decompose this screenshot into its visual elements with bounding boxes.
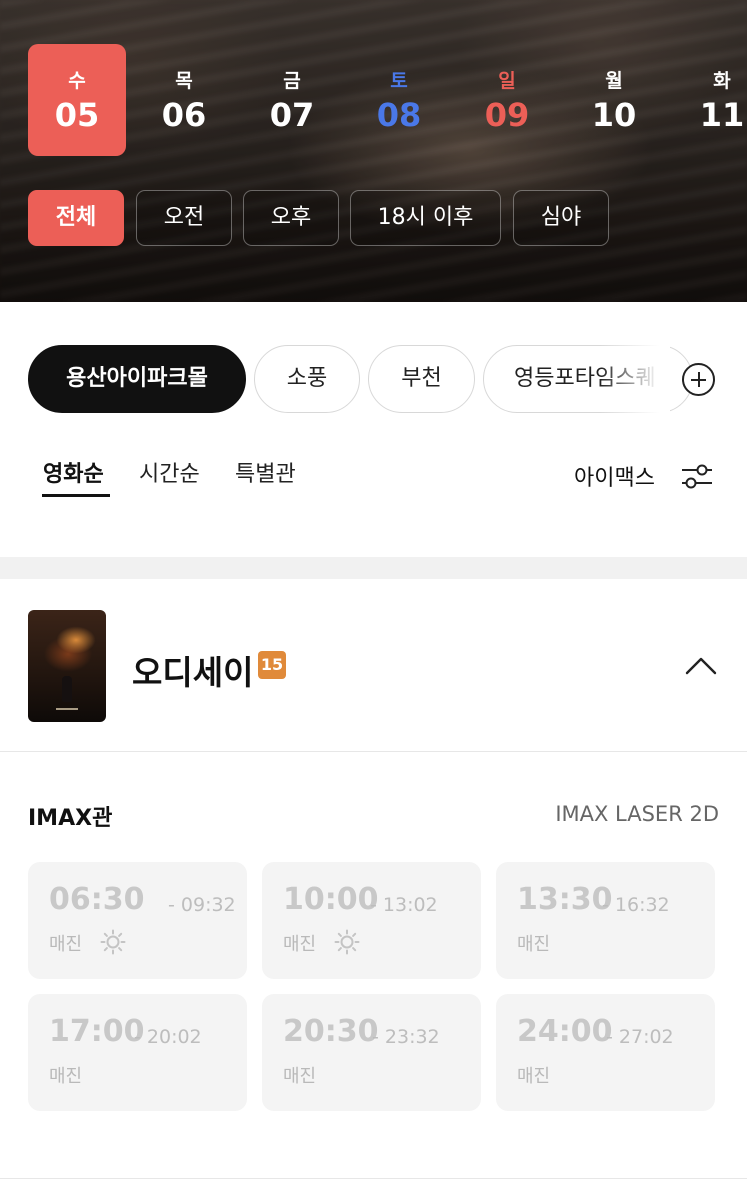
- filter-sliders-icon[interactable]: [680, 462, 714, 490]
- screen-format: IMAX LASER 2D: [555, 802, 719, 826]
- theater-chip-row: 용산아이파크몰 소풍 부천 영등포타임스퀘: [0, 345, 747, 413]
- showtime-slot[interactable]: 06:30 - 09:32 매진: [28, 862, 247, 979]
- end-time: - 09:32: [168, 894, 236, 916]
- end-time: - 13:02: [370, 894, 438, 916]
- screen-type-filter-label[interactable]: 아이맥스: [574, 460, 655, 492]
- end-time: - 27:02: [606, 1026, 674, 1048]
- date-header: 수 05 목 06 금 07 토 08 일 09 월 10 화 11 전체 오전: [0, 0, 747, 302]
- start-time: 10:00: [283, 882, 379, 917]
- day-of-week: 수: [68, 70, 86, 92]
- date-item-08[interactable]: 토 08: [350, 44, 448, 156]
- date-item-10[interactable]: 월 10: [565, 44, 663, 156]
- showtime-slot[interactable]: 10:00 - 13:02 매진: [262, 862, 481, 979]
- day-number: 10: [591, 96, 637, 134]
- showtime-slot[interactable]: 13:30 - 16:32 매진: [496, 862, 715, 979]
- screen-name: IMAX관: [28, 806, 113, 831]
- movie-poster: [28, 610, 106, 722]
- showtime-slot[interactable]: 17:00 - 20:02 매진: [28, 994, 247, 1111]
- date-item-06[interactable]: 목 06: [135, 44, 233, 156]
- theater-chip-sopung[interactable]: 소풍: [254, 345, 360, 413]
- time-filter-all[interactable]: 전체: [28, 190, 124, 246]
- day-number: 05: [54, 96, 100, 134]
- date-selector: 수 05 목 06 금 07 토 08 일 09 월 10 화 11: [0, 44, 747, 158]
- time-filter-afternoon[interactable]: 오후: [243, 190, 339, 246]
- day-of-week: 일: [498, 70, 516, 92]
- sold-out-label: 매진: [49, 934, 83, 955]
- end-time: - 23:32: [372, 1026, 440, 1048]
- add-theater-icon[interactable]: [682, 363, 715, 396]
- sun-icon: [334, 929, 360, 955]
- start-time: 13:30: [517, 882, 613, 917]
- showtime-slot[interactable]: 24:00 - 27:02 매진: [496, 994, 715, 1111]
- day-number: 09: [484, 96, 530, 134]
- day-number: 06: [161, 96, 207, 134]
- day-of-week: 목: [175, 70, 193, 92]
- time-filter-morning[interactable]: 오전: [136, 190, 232, 246]
- tab-by-movie[interactable]: 영화순: [43, 456, 104, 488]
- sun-icon: [100, 929, 126, 955]
- showtime-slot[interactable]: 20:30 - 23:32 매진: [262, 994, 481, 1111]
- sold-out-label: 매진: [517, 934, 551, 955]
- section-divider: [0, 557, 747, 579]
- end-time: - 20:02: [134, 1026, 202, 1048]
- tab-by-time[interactable]: 시간순: [139, 456, 200, 488]
- day-number: 07: [269, 96, 315, 134]
- section-divider: [0, 1178, 747, 1179]
- start-time: 24:00: [517, 1014, 613, 1049]
- theater-chip-yongsan[interactable]: 용산아이파크몰: [28, 345, 246, 413]
- day-of-week: 화: [713, 70, 731, 92]
- theater-chip-bucheon[interactable]: 부천: [368, 345, 475, 413]
- date-item-09[interactable]: 일 09: [458, 44, 556, 156]
- movie-title: 오디세이: [132, 653, 254, 692]
- date-item-05[interactable]: 수 05: [28, 44, 126, 156]
- chip-scroll-fade: [600, 345, 670, 413]
- date-item-11[interactable]: 화 11: [673, 44, 747, 156]
- movie-header[interactable]: 오디세이 15: [0, 580, 747, 752]
- day-of-week: 월: [605, 70, 623, 92]
- age-rating-badge: 15: [258, 651, 286, 679]
- day-of-week: 금: [283, 70, 301, 92]
- chevron-up-icon[interactable]: [684, 654, 718, 676]
- end-time: - 16:32: [602, 894, 670, 916]
- sold-out-label: 매진: [49, 1066, 83, 1087]
- time-filter-late-night[interactable]: 심야: [513, 190, 609, 246]
- active-tab-underline: [42, 494, 110, 497]
- sold-out-label: 매진: [283, 934, 317, 955]
- start-time: 20:30: [283, 1014, 379, 1049]
- day-number: 08: [376, 96, 422, 134]
- start-time: 06:30: [49, 882, 145, 917]
- sold-out-label: 매진: [517, 1066, 551, 1087]
- sold-out-label: 매진: [283, 1066, 317, 1087]
- day-number: 11: [699, 96, 745, 134]
- sort-tabs: 영화순 시간순 특별관 아이맥스: [0, 450, 747, 500]
- tab-special-screen[interactable]: 특별관: [235, 456, 296, 488]
- day-of-week: 토: [390, 70, 408, 92]
- date-item-07[interactable]: 금 07: [243, 44, 341, 156]
- time-filter-evening[interactable]: 18시 이후: [350, 190, 501, 246]
- start-time: 17:00: [49, 1014, 145, 1049]
